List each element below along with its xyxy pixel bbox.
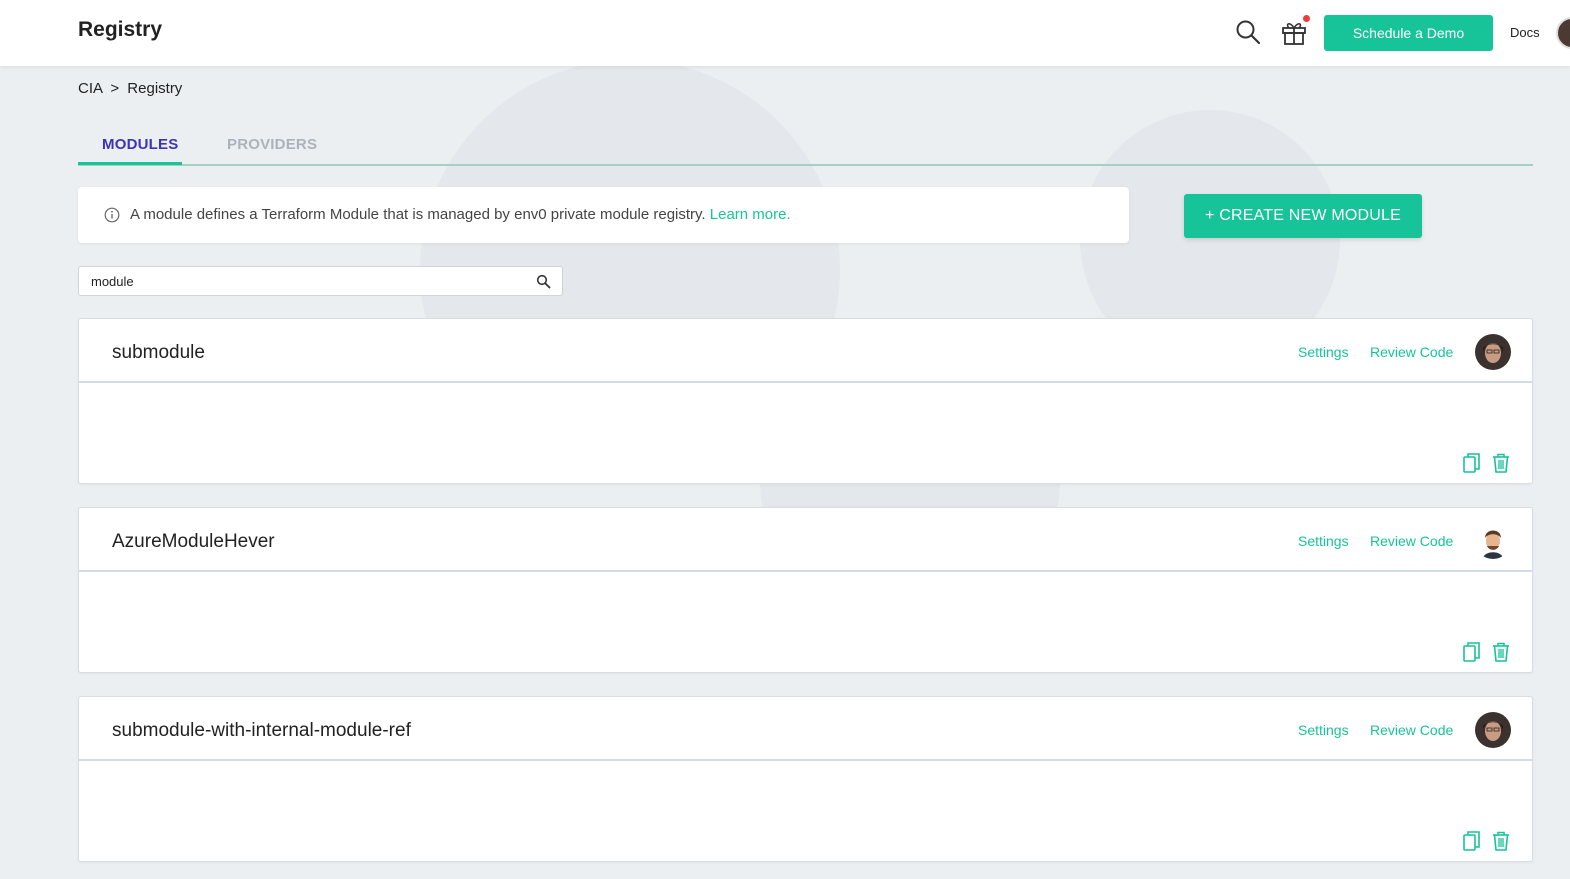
module-card-header: AzureModuleHever Settings Review Code bbox=[79, 508, 1532, 572]
trash-icon[interactable] bbox=[1491, 830, 1511, 852]
info-text: A module defines a Terraform Module that… bbox=[130, 206, 706, 223]
breadcrumb: CIA > Registry bbox=[78, 80, 182, 97]
settings-link[interactable]: Settings bbox=[1298, 722, 1349, 738]
tab-modules[interactable]: MODULES bbox=[102, 136, 178, 153]
notification-dot bbox=[1303, 15, 1310, 22]
search-box bbox=[78, 266, 563, 296]
info-text-line: A module defines a Terraform Module that… bbox=[130, 206, 791, 223]
module-name[interactable]: AzureModuleHever bbox=[112, 531, 275, 553]
tab-bar: MODULES PROVIDERS bbox=[78, 126, 1533, 166]
module-name[interactable]: submodule-with-internal-module-ref bbox=[112, 720, 411, 742]
module-card-header: submodule Settings Review Code bbox=[79, 319, 1532, 383]
module-card: AzureModuleHever Settings Review Code bbox=[78, 507, 1533, 673]
active-tab-indicator bbox=[78, 162, 182, 165]
app-title: Registry bbox=[78, 18, 163, 41]
breadcrumb-separator: > bbox=[110, 80, 120, 97]
search-input[interactable] bbox=[79, 267, 529, 295]
search-icon[interactable] bbox=[1234, 18, 1262, 46]
module-card: submodule Settings Review Code bbox=[78, 318, 1533, 484]
search-icon[interactable] bbox=[536, 274, 551, 289]
review-code-link[interactable]: Review Code bbox=[1370, 722, 1453, 738]
copy-icon[interactable] bbox=[1462, 641, 1482, 663]
trash-icon[interactable] bbox=[1491, 641, 1511, 663]
settings-link[interactable]: Settings bbox=[1298, 533, 1349, 549]
schedule-demo-button[interactable]: Schedule a Demo bbox=[1324, 15, 1493, 51]
copy-icon[interactable] bbox=[1462, 830, 1482, 852]
avatar bbox=[1475, 334, 1511, 370]
avatar bbox=[1475, 523, 1511, 559]
avatar bbox=[1475, 712, 1511, 748]
breadcrumb-current: Registry bbox=[127, 80, 183, 97]
review-code-link[interactable]: Review Code bbox=[1370, 344, 1453, 360]
copy-icon[interactable] bbox=[1462, 452, 1482, 474]
docs-link[interactable]: Docs bbox=[1510, 25, 1540, 40]
module-name[interactable]: submodule bbox=[112, 342, 205, 364]
learn-more-link[interactable]: Learn more. bbox=[710, 206, 791, 223]
trash-icon[interactable] bbox=[1491, 452, 1511, 474]
info-banner: A module defines a Terraform Module that… bbox=[78, 187, 1129, 243]
module-card-header: submodule-with-internal-module-ref Setti… bbox=[79, 697, 1532, 761]
user-avatar[interactable] bbox=[1556, 17, 1570, 49]
create-new-module-button[interactable]: + CREATE NEW MODULE bbox=[1184, 194, 1422, 238]
info-icon bbox=[104, 207, 120, 223]
module-card: submodule-with-internal-module-ref Setti… bbox=[78, 696, 1533, 862]
breadcrumb-org[interactable]: CIA bbox=[78, 80, 102, 97]
gift-icon[interactable] bbox=[1280, 18, 1308, 46]
settings-link[interactable]: Settings bbox=[1298, 344, 1349, 360]
review-code-link[interactable]: Review Code bbox=[1370, 533, 1453, 549]
tab-providers[interactable]: PROVIDERS bbox=[227, 136, 317, 153]
top-header: Registry Schedule a Demo Docs bbox=[0, 0, 1570, 66]
